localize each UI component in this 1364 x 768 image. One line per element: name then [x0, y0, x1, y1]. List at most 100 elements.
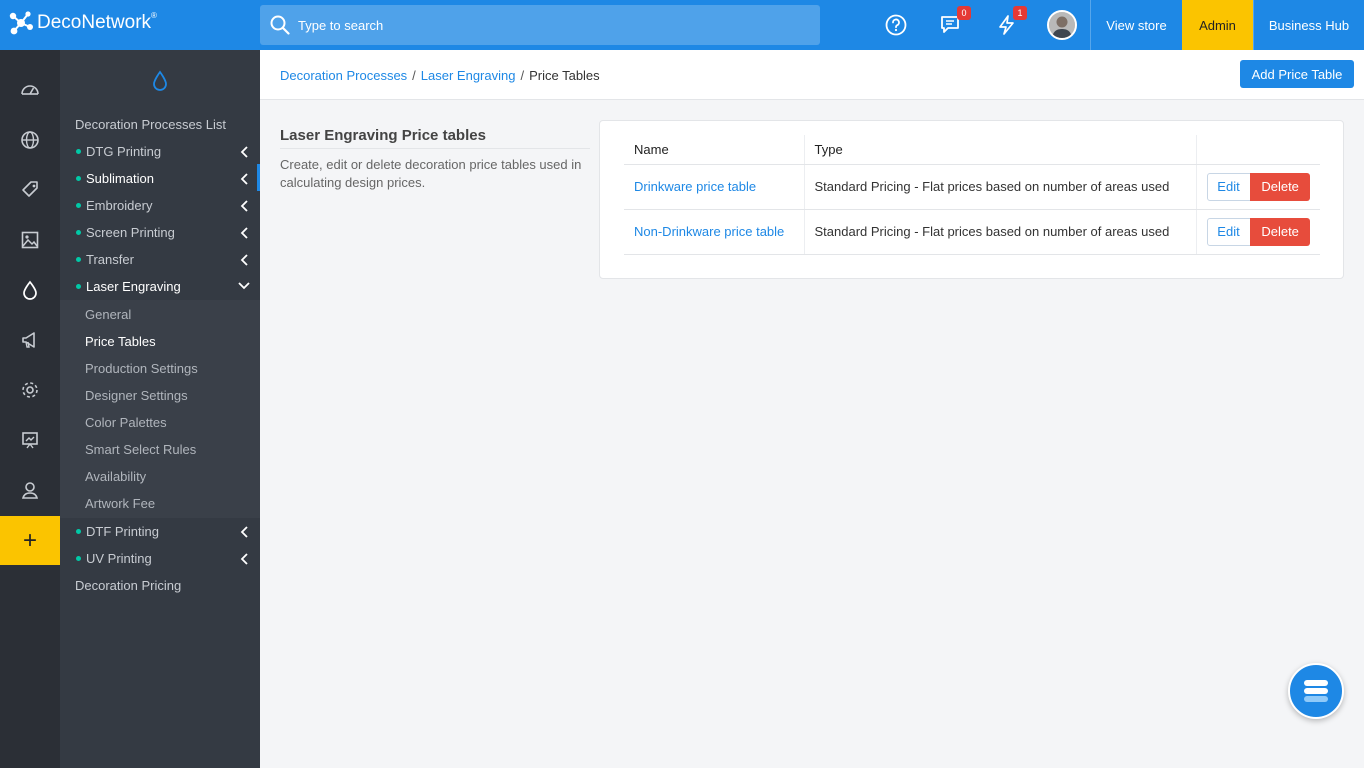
rail-decoration[interactable] — [0, 270, 60, 310]
rail-users[interactable] — [0, 470, 60, 510]
delete-button[interactable]: Delete — [1250, 217, 1311, 246]
rail-dashboard[interactable] — [0, 70, 60, 110]
hover-marker — [257, 164, 260, 191]
chevron-left-icon — [240, 227, 248, 239]
add-price-table-button[interactable]: Add Price Table — [1240, 60, 1354, 88]
tag-icon — [22, 181, 38, 197]
chevron-down-icon — [238, 282, 250, 290]
sidebar-subitem-color-palettes[interactable]: Color Palettes — [60, 409, 260, 436]
help-button[interactable] — [883, 12, 909, 38]
status-dot — [76, 176, 81, 181]
drop-icon — [23, 280, 37, 300]
breadcrumb-decoration-processes[interactable]: Decoration Processes — [280, 68, 407, 83]
chevron-left-icon — [240, 526, 248, 538]
messages-badge: 0 — [957, 6, 971, 20]
table-header-row: Name Type — [624, 135, 1320, 165]
sidebar-decoration-processes-list[interactable]: Decoration Processes List — [60, 111, 260, 138]
status-dot — [76, 230, 81, 235]
sidebar-item-transfer[interactable]: Transfer — [60, 246, 260, 273]
chat-button[interactable] — [1288, 663, 1344, 719]
user-avatar-icon — [1049, 12, 1075, 38]
rail-tags[interactable] — [0, 170, 60, 210]
gear-icon — [22, 382, 38, 398]
rail-settings[interactable] — [0, 370, 60, 410]
sidebar-decoration-pricing[interactable]: Decoration Pricing — [60, 572, 260, 599]
edit-button[interactable]: Edit — [1206, 217, 1251, 246]
avatar[interactable] — [1047, 10, 1077, 40]
rail-marketing[interactable] — [0, 320, 60, 360]
presentation-icon — [22, 432, 38, 449]
row-actions: Edit Delete — [1195, 209, 1320, 255]
divider — [280, 148, 590, 149]
sidebar-item-embroidery[interactable]: Embroidery — [60, 192, 260, 219]
sidebar-item-label: Transfer — [86, 252, 134, 267]
admin-button[interactable]: Admin — [1182, 0, 1253, 50]
chevron-left-icon — [240, 146, 248, 158]
user-icon — [21, 482, 39, 499]
globe-icon — [21, 131, 39, 149]
logo-registered-mark: ® — [151, 10, 157, 20]
sidebar-subitem-smart-select-rules[interactable]: Smart Select Rules — [60, 436, 260, 463]
search-input[interactable] — [298, 17, 798, 33]
drop-icon — [153, 70, 167, 91]
sidebar-item-screen-printing[interactable]: Screen Printing — [60, 219, 260, 246]
search-bar[interactable] — [260, 5, 820, 45]
chevron-left-icon — [240, 254, 248, 266]
logo-text: DecoNetwork — [37, 12, 152, 33]
price-table-link[interactable]: Drinkware price table — [634, 179, 756, 194]
rail-globe[interactable] — [0, 120, 60, 160]
breadcrumb-separator: / — [412, 68, 416, 83]
sidebar-item-label: UV Printing — [86, 551, 152, 566]
price-table-type: Standard Pricing - Flat prices based on … — [803, 164, 1196, 210]
sidebar-subitem-price-tables[interactable]: Price Tables — [60, 328, 260, 355]
section-description: Create, edit or delete decoration price … — [280, 157, 582, 190]
dashboard-icon — [21, 85, 39, 95]
megaphone-icon — [22, 332, 35, 348]
help-icon — [885, 14, 907, 36]
price-table-link[interactable]: Non-Drinkware price table — [634, 224, 784, 239]
sidebar-subitem-artwork-fee[interactable]: Artwork Fee — [60, 490, 260, 517]
sidebar-item-dtg-printing[interactable]: DTG Printing — [60, 138, 260, 165]
sidebar-subitem-availability[interactable]: Availability — [60, 463, 260, 490]
chevron-left-icon — [240, 200, 248, 212]
row-actions: Edit Delete — [1195, 164, 1320, 210]
breadcrumb-current: Price Tables — [529, 68, 600, 83]
sidebar-item-label: Sublimation — [86, 171, 154, 186]
sidebar-item-label: Embroidery — [86, 198, 153, 213]
rail-presentation[interactable] — [0, 420, 60, 460]
status-dot — [76, 556, 81, 561]
chevron-left-icon — [240, 173, 248, 185]
chat-widget-icon — [1304, 680, 1328, 702]
sidebar-item-uv-printing[interactable]: UV Printing — [60, 545, 260, 572]
column-header-type: Type — [803, 135, 1196, 165]
deconetwork-logo-icon — [9, 11, 33, 35]
status-dot — [76, 149, 81, 154]
sidebar-item-label: Screen Printing — [86, 225, 175, 240]
price-tables-table: Name Type Drinkware price table Standard… — [624, 135, 1320, 255]
delete-button[interactable]: Delete — [1250, 172, 1311, 201]
view-store-link[interactable]: View store — [1090, 0, 1182, 50]
alerts-button[interactable]: 1 — [994, 6, 1027, 38]
sidebar-item-label: DTF Printing — [86, 524, 159, 539]
breadcrumb-laser-engraving[interactable]: Laser Engraving — [421, 68, 516, 83]
sidebar-item-laser-engraving[interactable]: Laser Engraving — [60, 273, 260, 300]
sidebar-subitem-designer-settings[interactable]: Designer Settings — [60, 382, 260, 409]
add-new-button[interactable]: + — [0, 516, 60, 565]
status-dot — [76, 203, 81, 208]
breadcrumb-bar: Decoration Processes / Laser Engraving / Pri… — [260, 50, 1364, 100]
business-hub-link[interactable]: Business Hub — [1253, 0, 1364, 50]
alerts-badge: 1 — [1013, 6, 1027, 20]
sidebar-item-dtf-printing[interactable]: DTF Printing — [60, 518, 260, 545]
sidebar-item-sublimation[interactable]: Sublimation — [60, 165, 260, 192]
secondary-sidebar: Decoration Processes List DTG Printing S… — [60, 50, 260, 768]
edit-button[interactable]: Edit — [1206, 172, 1251, 201]
sidebar-subitem-production-settings[interactable]: Production Settings — [60, 355, 260, 382]
sidebar-header — [150, 70, 170, 95]
sidebar-item-label: DTG Printing — [86, 144, 162, 159]
messages-button[interactable]: 0 — [938, 6, 971, 38]
logo[interactable]: DecoNetwork ® — [8, 10, 157, 36]
sidebar-subitem-general[interactable]: General — [60, 301, 260, 328]
rail-images[interactable] — [0, 220, 60, 260]
section-title: Laser Engraving Price tables — [280, 127, 486, 144]
breadcrumb-separator: / — [520, 68, 525, 83]
